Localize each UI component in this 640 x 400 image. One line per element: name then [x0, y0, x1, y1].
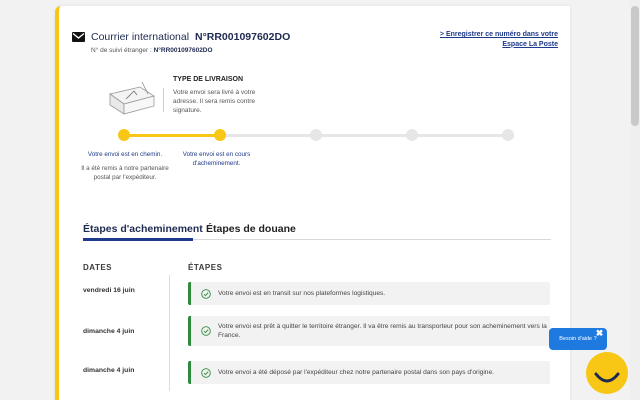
event-date: dimanche 4 juin — [83, 367, 135, 374]
active-tab-indicator — [83, 238, 193, 241]
shipment-type: Courrier international — [91, 31, 190, 43]
tab-customs-steps[interactable]: Étapes de douane — [206, 223, 296, 235]
step-1-label: Votre envoi est en chemin. — [87, 151, 163, 158]
dates-header: DATES — [83, 263, 113, 272]
delivery-type-title: TYPE DE LIVRAISON — [173, 76, 244, 83]
tracking-card: Courrier international N°RR001097602DO N… — [55, 6, 570, 400]
check-circle-icon — [201, 326, 211, 336]
foreign-tracking-label: N° de suivi étranger : — [91, 47, 152, 54]
check-circle-icon — [201, 288, 211, 299]
event-date: dimanche 4 juin — [83, 328, 135, 335]
check-circle-icon — [201, 367, 211, 378]
tab-routing-steps[interactable]: Étapes d'acheminement — [83, 223, 203, 235]
event-text: Votre envoi est en transit sur nos plate… — [218, 290, 386, 297]
progress-step-dot — [310, 129, 322, 141]
history-divider — [169, 275, 170, 391]
tracking-number: N°RR001097602DO — [194, 31, 291, 43]
foreign-tracking-number: N°RR001097602DO — [153, 47, 213, 54]
event-text: Votre envoi a été déposé par l'expéditeu… — [218, 369, 494, 376]
event-row: Votre envoi est prêt à quitter le territ… — [188, 316, 550, 346]
event-row: Votre envoi a été déposé par l'expéditeu… — [188, 361, 550, 384]
event-date: vendredi 16 juin — [83, 287, 135, 294]
progress-fill — [124, 134, 220, 137]
register-number-link[interactable]: > Enregistrer ce numéro dans votre Espac… — [423, 30, 558, 49]
page-scrollbar[interactable] — [630, 0, 640, 400]
foreign-tracking: N° de suivi étranger : N°RR001097602DO — [91, 47, 213, 54]
delivery-type-text: Votre envoi sera livré à votre adresse. … — [173, 89, 256, 114]
progress-step-dot — [502, 129, 514, 141]
smiley-icon[interactable] — [586, 352, 628, 394]
event-row: Votre envoi est en transit sur nos plate… — [188, 282, 550, 305]
progress-step-dot — [118, 129, 130, 141]
delivery-divider — [163, 88, 164, 112]
smiley-face — [594, 372, 620, 383]
steps-header: ÉTAPES — [188, 263, 223, 272]
scrollbar-thumb[interactable] — [631, 6, 639, 126]
progress-step-dot — [406, 129, 418, 141]
event-text: Votre envoi est prêt à quitter le territ… — [218, 323, 547, 339]
help-close-button[interactable]: ✖ — [594, 328, 605, 339]
help-label: Besoin d'aide ? — [559, 336, 597, 342]
step-2-label: Votre envoi est en cours d'acheminement. — [182, 151, 251, 167]
progress-step-dot — [214, 129, 226, 141]
step-1-note: Il a été remis à notre partenaire postal… — [81, 165, 169, 181]
shipment-title: Courrier international N°RR001097602DO — [91, 31, 290, 43]
envelope-icon — [72, 32, 85, 42]
parcel-illustration — [109, 81, 155, 115]
